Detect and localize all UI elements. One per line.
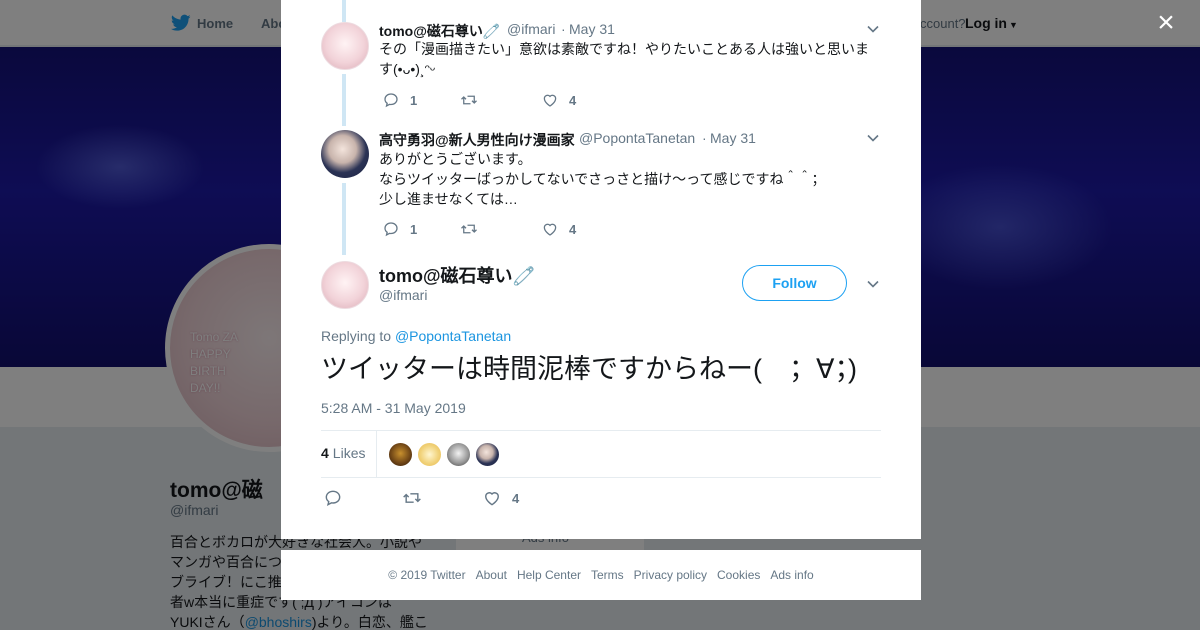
like-count: 4 [569, 221, 577, 237]
liker-avatar[interactable] [446, 442, 471, 467]
main-tweet-avatar[interactable] [321, 261, 369, 309]
retweet-icon [461, 224, 477, 234]
footer-copyright: © 2019 Twitter [388, 568, 466, 582]
thread-line [342, 0, 346, 22]
follow-button[interactable]: Follow [742, 265, 847, 301]
modal-footer: © 2019 Twitter About Help Center Terms P… [281, 550, 921, 600]
reply-action[interactable]: 1 [382, 91, 417, 109]
liker-avatar[interactable] [475, 442, 500, 467]
reply-avatar[interactable] [321, 130, 369, 178]
reply-date[interactable]: May 31 [569, 21, 615, 37]
retweet-icon [403, 493, 421, 503]
reply-author-name[interactable]: tomo@磁石尊い🧷 [379, 21, 500, 41]
thread-line [342, 74, 346, 126]
reply-author-handle[interactable]: @PopontaTanetan [579, 130, 695, 146]
replying-to-mention-link[interactable]: @PopontaTanetan [395, 328, 511, 344]
reply-action[interactable]: 1 [382, 220, 417, 238]
tweet-permalink-modal: tomo@磁石尊い🧷 @ifmari · May 31 その「漫画描きたい」意欲… [281, 0, 921, 539]
chevron-down-icon[interactable] [866, 277, 880, 291]
heart-icon [543, 223, 557, 236]
reply-author-handle[interactable]: @ifmari [507, 21, 555, 37]
footer-link-help-center[interactable]: Help Center [517, 568, 581, 582]
liker-avatar[interactable] [417, 442, 442, 467]
main-tweet-author-name[interactable]: tomo@磁石尊い🧷 [379, 262, 535, 288]
reply-count: 1 [410, 221, 418, 237]
reply-count: 1 [410, 92, 418, 108]
reply-author-name[interactable]: 高守勇羽@新人男性向け漫画家 [379, 130, 575, 150]
main-tweet-text: ツイッターは時間泥棒ですからねー( ；∀；) [321, 354, 857, 384]
reply-date-separator: · [702, 130, 707, 146]
like-count: 4 [512, 490, 520, 506]
like-action[interactable]: 4 [482, 489, 519, 507]
footer-link-ads-info[interactable]: Ads info [770, 568, 813, 582]
reply-icon [384, 222, 398, 237]
tweet-stats: 4 Likes [321, 430, 881, 478]
like-action[interactable]: 4 [541, 91, 576, 109]
reply-avatar[interactable] [321, 22, 369, 70]
heart-icon [485, 492, 499, 506]
divider [376, 431, 377, 477]
likes-stat-label: Likes [332, 445, 366, 461]
close-icon[interactable]: × [1154, 8, 1178, 38]
thread-line [342, 183, 346, 255]
footer-link-privacy[interactable]: Privacy policy [634, 568, 707, 582]
like-action[interactable]: 4 [541, 220, 576, 238]
footer-link-about[interactable]: About [476, 568, 507, 582]
retweet-action[interactable] [460, 220, 478, 238]
reply-text: ありがとうございます。 ならツイッターばっかしてないでさっさと描け～って感じです… [379, 151, 826, 207]
heart-icon [543, 94, 557, 107]
reply-text: その「漫画描きたい」意欲は素敵ですね！やりたいことある人は強いと思いま す(•ᴗ… [379, 41, 869, 77]
footer-link-cookies[interactable]: Cookies [717, 568, 760, 582]
retweet-icon [461, 95, 477, 105]
likes-stat[interactable]: 4 Likes [321, 445, 365, 461]
liker-avatar[interactable] [388, 442, 413, 467]
reply-icon [384, 93, 398, 108]
reply-action[interactable] [323, 489, 343, 507]
replying-to-label: Replying to [321, 328, 392, 344]
chevron-down-icon[interactable] [866, 131, 880, 145]
main-tweet-author-handle[interactable]: @ifmari [379, 287, 427, 303]
reply-icon [325, 490, 341, 507]
likes-stat-count: 4 [321, 445, 329, 461]
reply-date-separator: · [561, 21, 566, 37]
chevron-down-icon[interactable] [866, 22, 880, 36]
retweet-action[interactable] [402, 489, 422, 507]
reply-date[interactable]: May 31 [710, 130, 756, 146]
retweet-action[interactable] [460, 91, 478, 109]
like-count: 4 [569, 92, 577, 108]
main-tweet-timestamp[interactable]: 5:28 AM - 31 May 2019 [321, 400, 466, 416]
footer-link-terms[interactable]: Terms [591, 568, 624, 582]
replying-to: Replying to @PopontaTanetan [321, 328, 511, 344]
